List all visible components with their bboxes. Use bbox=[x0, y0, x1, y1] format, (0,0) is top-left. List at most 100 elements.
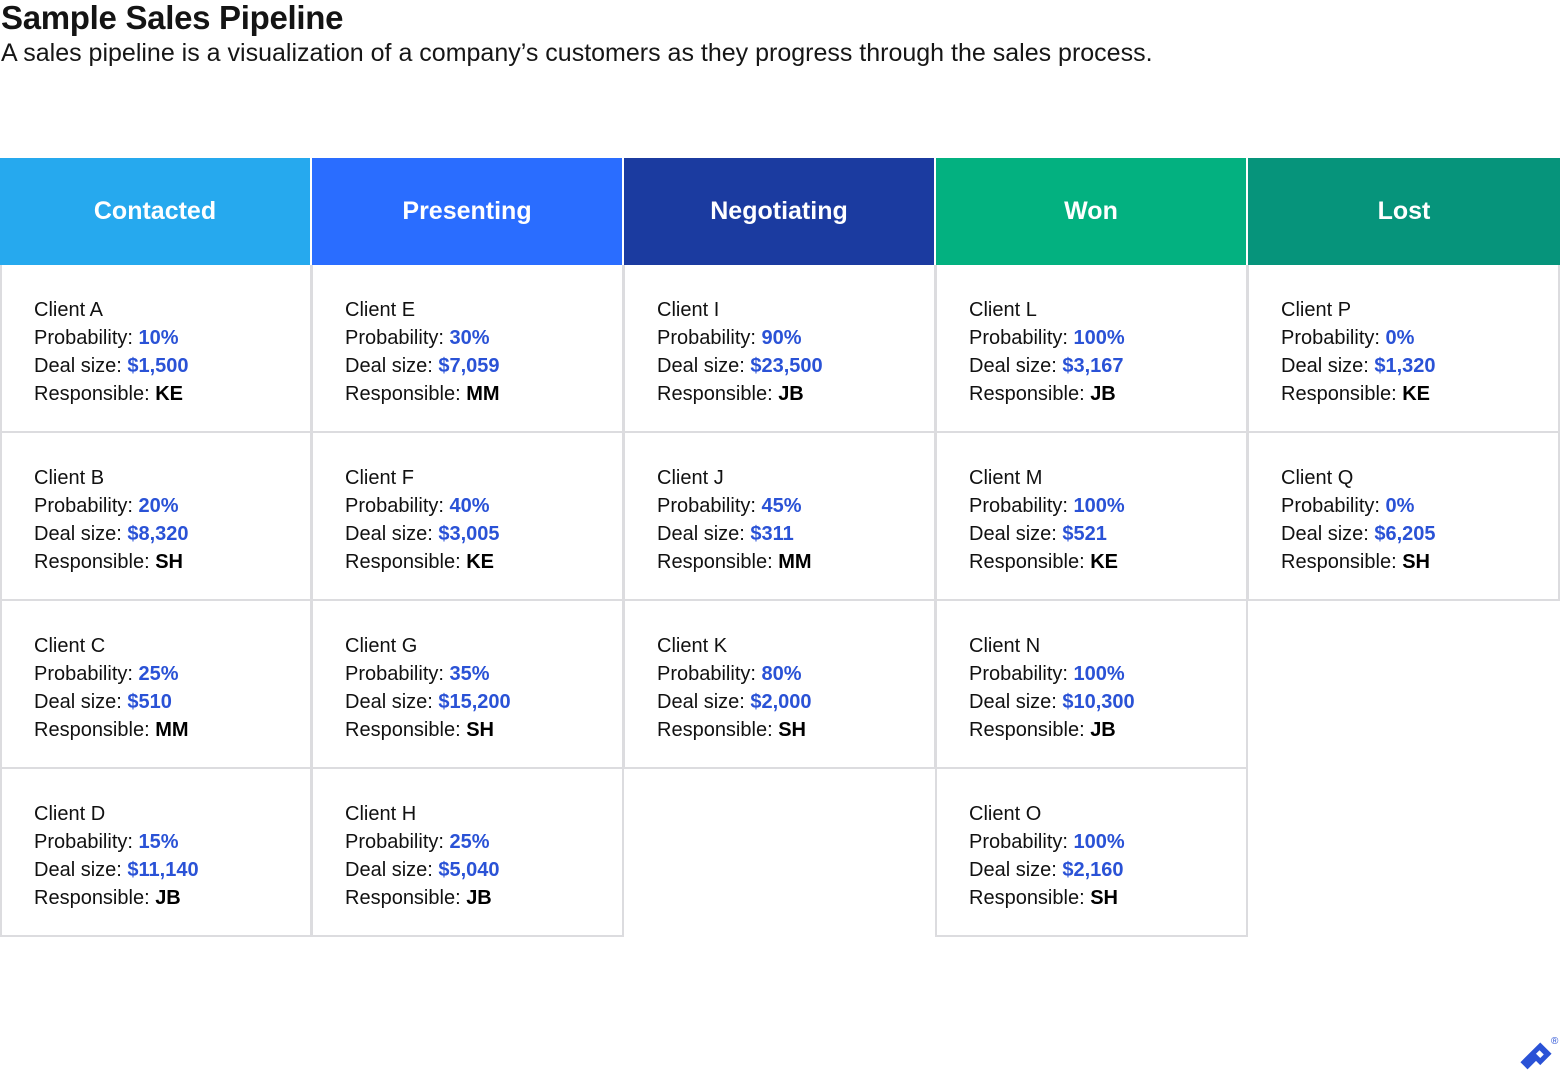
deal-card[interactable]: Client L Probability: 100% Deal size: $3,1… bbox=[935, 265, 1248, 433]
responsible-label: Responsible: bbox=[345, 887, 467, 909]
deal-card[interactable]: Client A Probability: 10% Deal size: $1,50… bbox=[0, 265, 312, 433]
responsible-value: MM bbox=[155, 719, 189, 741]
responsible-value: SH bbox=[778, 719, 806, 741]
deal-size-value: $3,005 bbox=[438, 523, 500, 545]
deal-size-line: Deal size: $3,167 bbox=[969, 352, 1246, 380]
probability-value: 100% bbox=[1073, 327, 1125, 349]
probability-value: 40% bbox=[449, 495, 490, 517]
probability-label: Probability: bbox=[657, 663, 762, 685]
deal-card[interactable]: Client P Probability: 0% Deal size: $1,320… bbox=[1247, 265, 1560, 433]
client-name: Client B bbox=[34, 467, 105, 489]
responsible-value: SH bbox=[1090, 887, 1118, 909]
deal-card[interactable]: Client I Probability: 90% Deal size: $23,5… bbox=[623, 265, 936, 433]
deal-size-label: Deal size: bbox=[657, 691, 751, 713]
client-name: Client K bbox=[657, 635, 728, 657]
probability-label: Probability: bbox=[34, 663, 139, 685]
client-name: Client C bbox=[34, 635, 106, 657]
responsible-value: KE bbox=[155, 383, 183, 405]
deal-card[interactable]: Client D Probability: 15% Deal size: $11,1… bbox=[0, 769, 312, 937]
responsible-line: Responsible: KE bbox=[969, 548, 1246, 576]
deal-card[interactable]: Client N Probability: 100% Deal size: $10,… bbox=[935, 601, 1248, 769]
probability-label: Probability: bbox=[34, 831, 139, 853]
probability-value: 0% bbox=[1385, 495, 1415, 517]
client-name: Client M bbox=[969, 467, 1043, 489]
deal-size-value: $2,000 bbox=[750, 691, 812, 713]
probability-value: 100% bbox=[1073, 663, 1125, 685]
responsible-line: Responsible: MM bbox=[657, 548, 934, 576]
deal-size-value: $6,205 bbox=[1374, 523, 1436, 545]
column-header: Won bbox=[936, 158, 1248, 265]
deal-card[interactable]: Client M Probability: 100% Deal size: $521… bbox=[935, 433, 1248, 601]
responsible-label: Responsible: bbox=[34, 551, 156, 573]
client-name: Client Q bbox=[1281, 467, 1354, 489]
client-name: Client O bbox=[969, 803, 1042, 825]
deal-card[interactable]: Client E Probability: 30% Deal size: $7,05… bbox=[311, 265, 624, 433]
deal-card[interactable]: Client J Probability: 45% Deal size: $311 R… bbox=[623, 433, 936, 601]
client-name: Client E bbox=[345, 299, 416, 321]
responsible-label: Responsible: bbox=[657, 719, 779, 741]
deal-size-line: Deal size: $6,205 bbox=[1281, 520, 1558, 548]
probability-line: Probability: 100% bbox=[969, 492, 1246, 520]
column-header: Contacted bbox=[0, 158, 312, 265]
client-name: Client I bbox=[657, 299, 720, 321]
deal-card[interactable]: Client C Probability: 25% Deal size: $510 R… bbox=[0, 601, 312, 769]
column-header: Lost bbox=[1248, 158, 1560, 265]
responsible-line: Responsible: JB bbox=[969, 716, 1246, 744]
deal-size-value: $2,160 bbox=[1062, 859, 1124, 881]
client-name: Client J bbox=[657, 467, 724, 489]
responsible-line: Responsible: SH bbox=[657, 716, 934, 744]
deal-size-line: Deal size: $10,300 bbox=[969, 688, 1246, 716]
probability-value: 90% bbox=[761, 327, 802, 349]
probability-value: 10% bbox=[138, 327, 179, 349]
deal-size-line: Deal size: $521 bbox=[969, 520, 1246, 548]
page-subtitle: A sales pipeline is a visualization of a… bbox=[1, 39, 1153, 67]
deal-card[interactable]: Client G Probability: 35% Deal size: $15,2… bbox=[311, 601, 624, 769]
probability-label: Probability: bbox=[1281, 495, 1386, 517]
deal-size-label: Deal size: bbox=[34, 691, 128, 713]
probability-value: 100% bbox=[1073, 495, 1125, 517]
deal-card[interactable]: Client O Probability: 100% Deal size: $2,1… bbox=[935, 769, 1248, 937]
probability-line: Probability: 25% bbox=[34, 660, 310, 688]
responsible-value: KE bbox=[1402, 383, 1430, 405]
deal-card[interactable]: Client Q Probability: 0% Deal size: $6,205… bbox=[1247, 433, 1560, 601]
probability-line: Probability: 100% bbox=[969, 324, 1246, 352]
deal-card[interactable]: Client K Probability: 80% Deal size: $2,00… bbox=[623, 601, 936, 769]
deal-size-line: Deal size: $23,500 bbox=[657, 352, 934, 380]
probability-line: Probability: 25% bbox=[345, 828, 622, 856]
responsible-label: Responsible: bbox=[345, 383, 467, 405]
probability-label: Probability: bbox=[657, 495, 762, 517]
deal-size-label: Deal size: bbox=[1281, 355, 1375, 377]
deal-card[interactable]: Client F Probability: 40% Deal size: $3,00… bbox=[311, 433, 624, 601]
deal-size-value: $11,140 bbox=[127, 859, 199, 881]
probability-label: Probability: bbox=[969, 831, 1074, 853]
deal-size-label: Deal size: bbox=[969, 859, 1063, 881]
deal-size-value: $5,040 bbox=[438, 859, 500, 881]
probability-line: Probability: 35% bbox=[345, 660, 622, 688]
deal-size-line: Deal size: $15,200 bbox=[345, 688, 622, 716]
deal-size-value: $8,320 bbox=[127, 523, 189, 545]
deal-size-line: Deal size: $5,040 bbox=[345, 856, 622, 884]
responsible-line: Responsible: KE bbox=[345, 548, 622, 576]
probability-value: 35% bbox=[449, 663, 490, 685]
deal-size-line: Deal size: $3,005 bbox=[345, 520, 622, 548]
responsible-label: Responsible: bbox=[969, 719, 1091, 741]
probability-line: Probability: 15% bbox=[34, 828, 310, 856]
responsible-label: Responsible: bbox=[657, 551, 779, 573]
deal-size-value: $15,200 bbox=[438, 691, 511, 713]
deal-size-value: $1,500 bbox=[127, 355, 189, 377]
responsible-label: Responsible: bbox=[345, 551, 467, 573]
responsible-line: Responsible: SH bbox=[34, 548, 310, 576]
responsible-value: SH bbox=[1402, 551, 1430, 573]
probability-label: Probability: bbox=[657, 327, 762, 349]
responsible-label: Responsible: bbox=[1281, 383, 1403, 405]
deal-size-value: $521 bbox=[1062, 523, 1107, 545]
responsible-value: JB bbox=[1090, 719, 1116, 741]
deal-size-label: Deal size: bbox=[345, 691, 439, 713]
responsible-label: Responsible: bbox=[34, 887, 156, 909]
deal-size-line: Deal size: $2,160 bbox=[969, 856, 1246, 884]
deal-card[interactable]: Client B Probability: 20% Deal size: $8,32… bbox=[0, 433, 312, 601]
deal-size-line: Deal size: $1,320 bbox=[1281, 352, 1558, 380]
pipeline-column-negotiating: Negotiating Client I Probability: 90% Deal … bbox=[623, 158, 936, 769]
deal-size-line: Deal size: $1,500 bbox=[34, 352, 310, 380]
deal-card[interactable]: Client H Probability: 25% Deal size: $5,04… bbox=[311, 769, 624, 937]
